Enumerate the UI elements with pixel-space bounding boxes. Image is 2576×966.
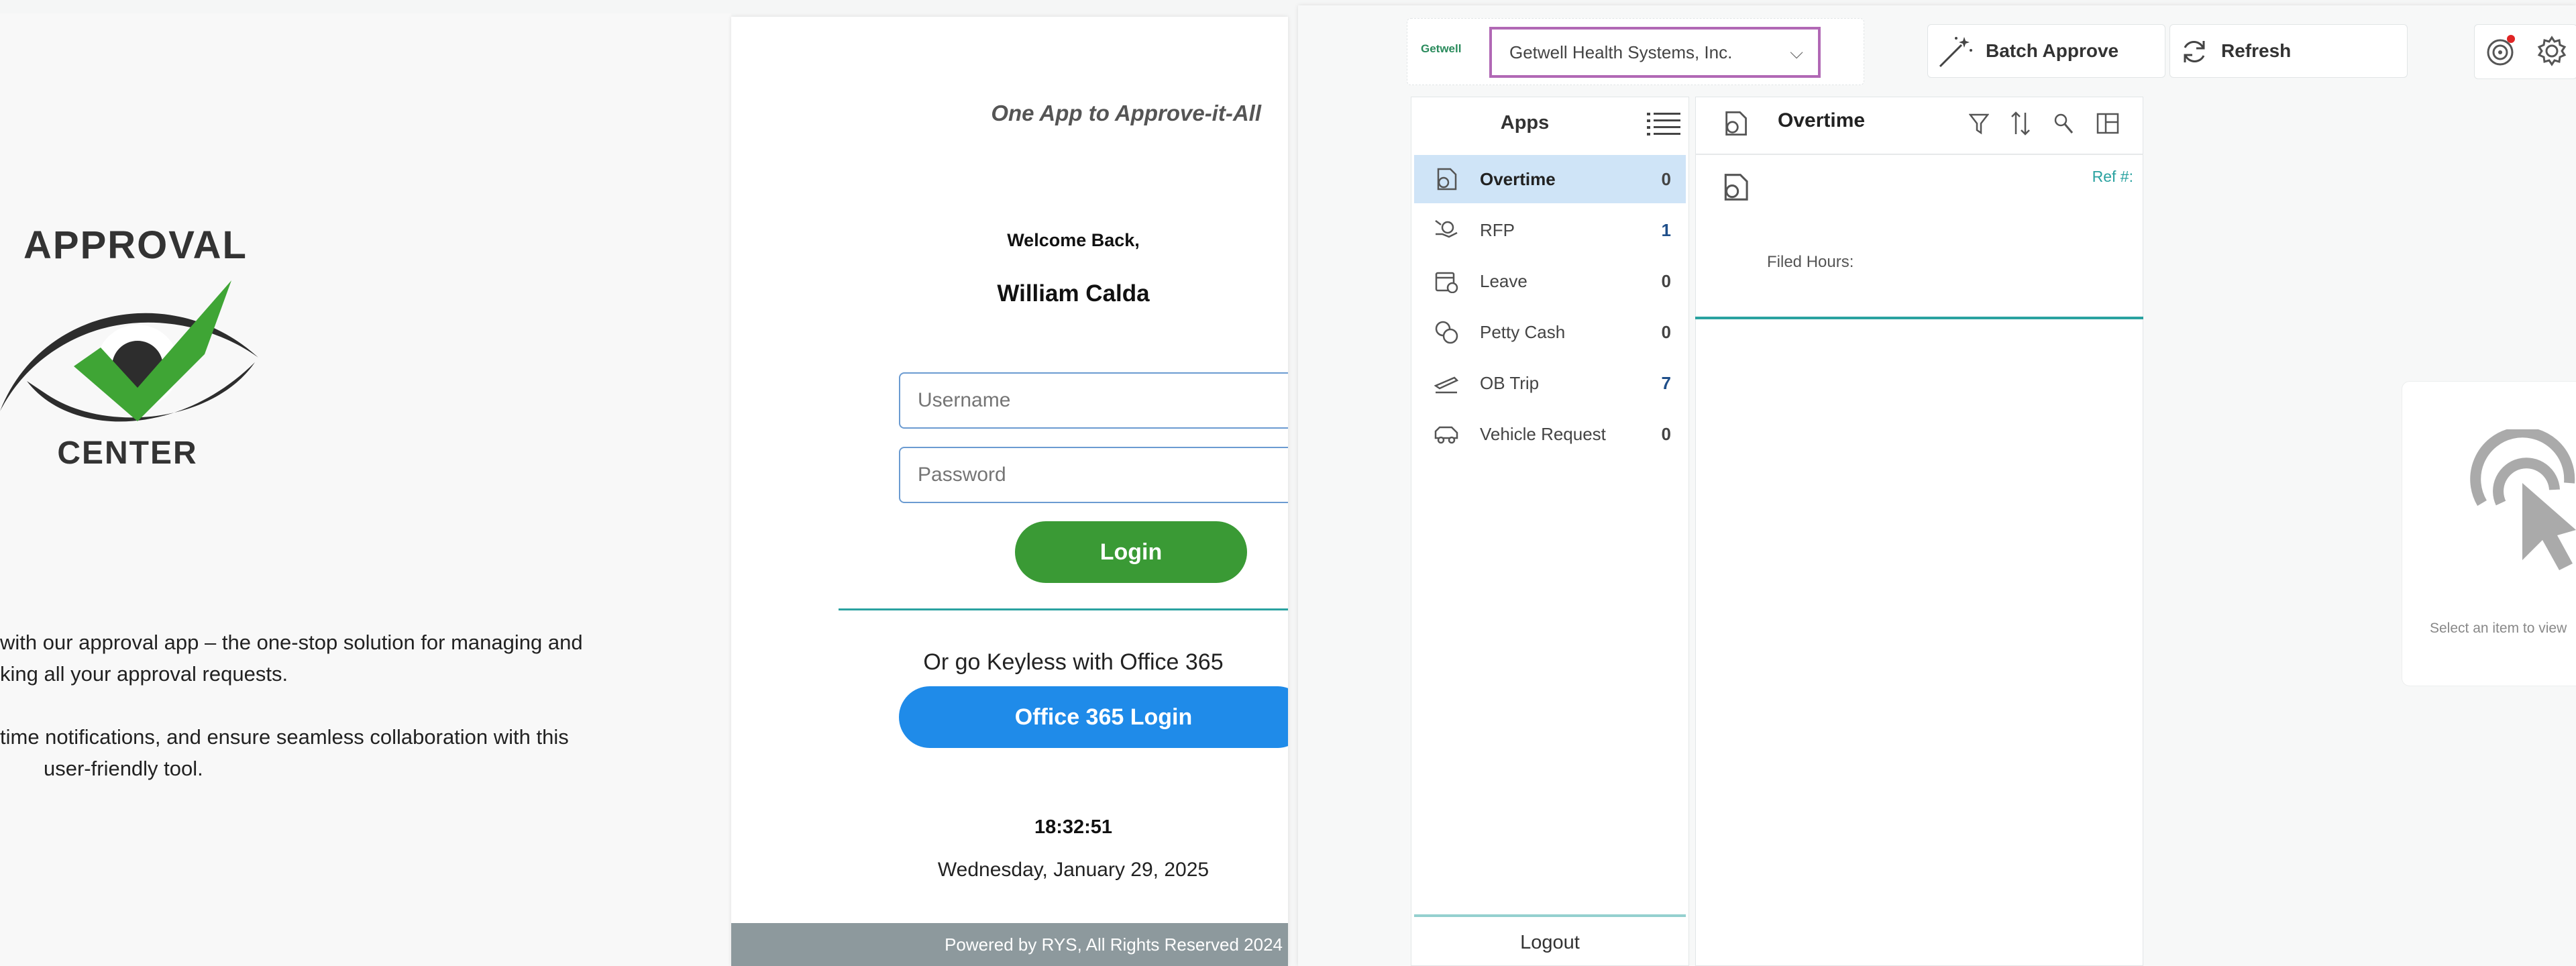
approval-eye-logo-icon [0, 280, 262, 424]
magic-wand-icon [1937, 34, 1974, 69]
calendar-clock-icon [1434, 269, 1458, 293]
app-item-count: 0 [1661, 322, 1671, 342]
batch-approve-label: Batch Approve [1986, 40, 2119, 61]
description-line: user-friendly tool. [44, 757, 203, 780]
plane-takeoff-icon [1434, 371, 1458, 395]
sort-icon[interactable] [2010, 111, 2031, 136]
refresh-icon [2181, 38, 2208, 65]
detail-header-divider [1695, 154, 2143, 155]
logo-title-bottom: CENTER [57, 435, 198, 471]
detail-pane [1695, 97, 2143, 966]
company-select-value: Getwell Health Systems, Inc. [1509, 42, 1733, 62]
username-input[interactable] [899, 372, 1288, 429]
description-line: with our approval app – the one-stop sol… [0, 631, 583, 654]
app-item-count: 0 [1661, 424, 1671, 444]
activity-dial-icon[interactable] [2484, 35, 2516, 67]
apps-title: Apps [1500, 112, 1550, 133]
login-card: One App to Approve-it-All Welcome Back, … [731, 17, 1288, 966]
refresh-label: Refresh [2221, 40, 2292, 61]
app-item-label: OB Trip [1480, 373, 1540, 393]
welcome-text: Welcome Back, [1007, 230, 1140, 250]
clock-time: 18:32:51 [1034, 816, 1113, 838]
app-item-count: 0 [1661, 271, 1671, 291]
list-menu-icon[interactable] [1647, 111, 1680, 136]
app-item-label: Overtime [1480, 169, 1556, 189]
clock-document-icon [1434, 167, 1458, 191]
coins-icon [1434, 320, 1458, 344]
office365-login-button[interactable]: Office 365 Login [899, 686, 1288, 748]
layout-columns-icon[interactable] [2096, 113, 2119, 134]
app-item-leave[interactable]: Leave 0 [1414, 257, 1686, 305]
company-logo: Getwell [1421, 42, 1462, 55]
app-item-overtime[interactable]: Overtime 0 [1414, 155, 1686, 203]
brand-panel [0, 13, 731, 966]
app-item-count: 1 [1661, 220, 1671, 240]
logo-title-top: APPROVAL [23, 223, 248, 267]
tap-pointer-icon [2469, 429, 2576, 570]
hand-money-icon [1434, 218, 1458, 242]
clock-date: Wednesday, January 29, 2025 [937, 859, 1210, 881]
description-line: time notifications, and ensure seamless … [0, 725, 569, 749]
login-divider [839, 608, 1288, 610]
car-icon [1434, 422, 1458, 446]
password-input[interactable] [899, 447, 1288, 503]
user-name: William Calda [997, 280, 1150, 307]
app-item-label: Petty Cash [1480, 322, 1566, 342]
app-item-label: Leave [1480, 271, 1527, 291]
keyless-text: Or go Keyless with Office 365 [923, 649, 1224, 675]
app-item-label: RFP [1480, 220, 1515, 240]
clock-document-icon [1722, 110, 1749, 137]
detail-title: Overtime [1778, 109, 1866, 131]
search-icon[interactable] [2053, 113, 2074, 134]
detail-record-divider [1695, 317, 2143, 319]
app-item-count: 0 [1661, 169, 1671, 189]
app-item-petty-cash[interactable]: Petty Cash 0 [1414, 308, 1686, 356]
app-item-label: Vehicle Request [1480, 424, 1606, 444]
app-item-rfp[interactable]: RFP 1 [1414, 206, 1686, 254]
filter-icon[interactable] [1969, 113, 1989, 136]
ref-label: Ref #: [2092, 168, 2133, 185]
clock-document-icon [1721, 172, 1750, 203]
app-item-count: 7 [1661, 373, 1671, 393]
logout-button[interactable]: Logout [1414, 919, 1686, 966]
refresh-button[interactable]: Refresh [2169, 24, 2408, 78]
tagline: One App to Approve-it-All [991, 101, 1261, 125]
batch-approve-button[interactable]: Batch Approve [1927, 24, 2165, 78]
filed-hours-label: Filed Hours: [1767, 253, 1854, 271]
app-item-vehicle-request[interactable]: Vehicle Request 0 [1414, 410, 1686, 458]
logout-divider [1414, 914, 1686, 917]
app-item-ob-trip[interactable]: OB Trip 7 [1414, 359, 1686, 407]
login-footer: Powered by RYS, All Rights Reserved 2024 [731, 923, 1288, 966]
gear-icon[interactable] [2536, 35, 2568, 67]
chevron-down-icon: ⌵ [1790, 42, 1803, 62]
company-select[interactable]: Getwell Health Systems, Inc. ⌵ [1489, 27, 1821, 78]
empty-state-text: Select an item to view [2430, 621, 2567, 636]
login-button[interactable]: Login [1015, 521, 1247, 583]
description-line: king all your approval requests. [0, 662, 288, 686]
